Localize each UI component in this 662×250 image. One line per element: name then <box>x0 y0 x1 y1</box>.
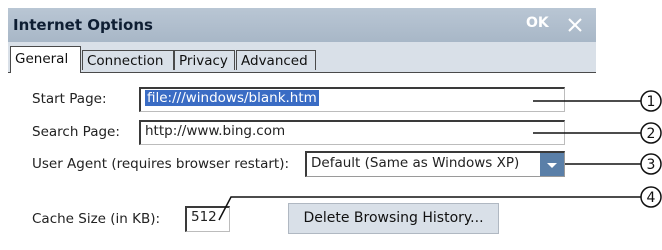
callout-2-label: 2 <box>647 126 656 142</box>
callout-1-label: 1 <box>647 94 656 110</box>
callout-annotations: 1 2 3 4 <box>218 90 662 221</box>
callout-4: 4 <box>218 186 662 221</box>
callout-4-label: 4 <box>647 190 656 206</box>
callout-1: 1 <box>533 90 662 112</box>
callout-3: 3 <box>565 153 662 175</box>
tab-general[interactable]: General <box>10 46 81 73</box>
callout-2: 2 <box>533 122 662 144</box>
callout-3-label: 3 <box>647 157 656 173</box>
